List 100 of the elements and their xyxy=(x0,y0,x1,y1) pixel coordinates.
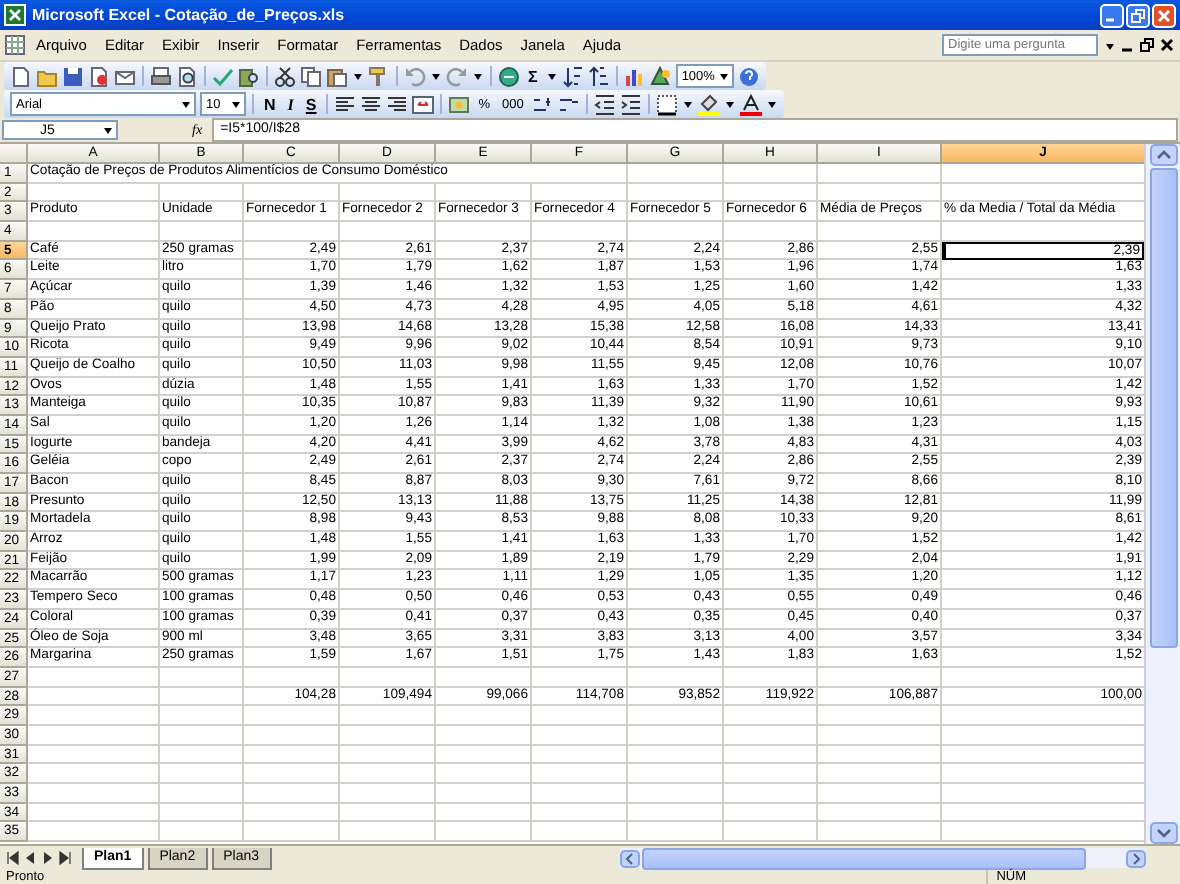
scroll-left-icon[interactable] xyxy=(619,849,639,867)
sort-descending-icon[interactable] xyxy=(587,65,610,87)
table-cell xyxy=(818,183,942,203)
dropdown-caret-icon[interactable] xyxy=(430,68,442,84)
copy-icon[interactable] xyxy=(300,65,322,87)
table-cell xyxy=(28,822,160,843)
table-cell xyxy=(436,725,532,746)
table-cell xyxy=(160,803,244,823)
dropdown-caret-icon[interactable] xyxy=(681,96,694,112)
sort-ascending-icon[interactable] xyxy=(561,65,584,87)
paste-icon[interactable] xyxy=(326,65,348,87)
dropdown-caret-icon[interactable] xyxy=(352,68,364,84)
table-cell xyxy=(532,822,628,843)
italic-button[interactable]: I xyxy=(283,95,298,113)
spreadsheet-document-icon[interactable] xyxy=(4,34,26,56)
table-cell xyxy=(724,745,818,765)
increase-decimal-icon[interactable] xyxy=(531,93,554,115)
table-cell xyxy=(628,706,724,726)
table-cell xyxy=(628,725,724,746)
previous-sheet-icon[interactable] xyxy=(22,850,38,866)
table-cell xyxy=(628,183,724,203)
table-cell xyxy=(160,706,244,726)
increase-indent-icon[interactable] xyxy=(619,93,642,115)
decrease-indent-icon[interactable] xyxy=(593,93,616,115)
scrollbar-thumb[interactable] xyxy=(1149,168,1178,648)
align-right-icon[interactable] xyxy=(386,93,409,115)
currency-icon[interactable] xyxy=(448,93,471,115)
table-cell xyxy=(160,725,244,746)
table-cell xyxy=(436,764,532,784)
table-cell xyxy=(818,222,942,242)
table-cell xyxy=(628,822,724,843)
table-cell xyxy=(818,784,942,804)
table-cell xyxy=(340,803,436,823)
table-cell xyxy=(818,667,942,688)
table-cell xyxy=(628,764,724,784)
table-cell xyxy=(818,745,942,765)
table-cell xyxy=(628,222,724,242)
save-icon[interactable] xyxy=(62,65,84,87)
table-cell xyxy=(818,803,942,823)
table-cell xyxy=(724,725,818,746)
merge-center-icon[interactable] xyxy=(412,93,435,115)
table-cell xyxy=(244,667,340,688)
chart-icon[interactable] xyxy=(623,65,646,87)
table-cell xyxy=(28,687,160,707)
table-cell xyxy=(160,764,244,784)
scroll-down-icon[interactable] xyxy=(1149,822,1178,844)
last-sheet-icon[interactable] xyxy=(58,850,74,866)
table-cell xyxy=(532,803,628,823)
table-cell xyxy=(532,745,628,765)
fill-color-icon[interactable] xyxy=(697,93,720,115)
table-cell xyxy=(340,822,436,843)
table-cell xyxy=(244,822,340,843)
align-center-icon[interactable] xyxy=(360,93,383,115)
table-cell xyxy=(628,784,724,804)
underline-button[interactable]: S xyxy=(301,95,321,113)
spell-check-icon[interactable] xyxy=(212,65,234,87)
table-cell xyxy=(28,764,160,784)
print-icon[interactable] xyxy=(150,65,172,87)
table-cell xyxy=(818,164,942,184)
table-cell xyxy=(160,784,244,804)
dropdown-caret-icon[interactable] xyxy=(765,96,778,112)
table-cell xyxy=(436,784,532,804)
format-painter-icon[interactable] xyxy=(368,65,390,87)
email-icon[interactable] xyxy=(114,65,136,87)
horizontal-scrollbar-thumb[interactable] xyxy=(641,847,1086,869)
dropdown-caret-icon[interactable] xyxy=(472,68,484,84)
spreadsheet-app-icon xyxy=(4,4,26,26)
table-cell xyxy=(436,745,532,765)
table-cell xyxy=(28,725,160,746)
print-preview-icon[interactable] xyxy=(176,65,198,87)
window-title: Microsoft Excel - Cotação_de_Preços.xls xyxy=(32,6,347,24)
dropdown-caret-icon[interactable] xyxy=(230,96,242,112)
drawing-icon[interactable] xyxy=(649,65,672,87)
restore-icon[interactable] xyxy=(1126,3,1150,27)
first-sheet-icon[interactable] xyxy=(4,850,20,866)
font-color-icon[interactable] xyxy=(739,93,762,115)
close-icon[interactable] xyxy=(1158,36,1176,54)
table-cell xyxy=(340,784,436,804)
table-cell xyxy=(160,222,244,242)
minimize-icon[interactable] xyxy=(1100,3,1124,27)
help-icon[interactable] xyxy=(738,65,761,87)
table-cell xyxy=(244,725,340,746)
decrease-decimal-icon[interactable] xyxy=(557,93,580,115)
next-sheet-icon[interactable] xyxy=(40,850,56,866)
borders-icon[interactable] xyxy=(655,93,678,115)
dropdown-caret-icon[interactable] xyxy=(102,122,114,138)
table-cell xyxy=(724,764,818,784)
table-cell xyxy=(724,667,818,688)
bold-button[interactable]: N xyxy=(260,95,280,113)
scroll-up-icon[interactable] xyxy=(1149,144,1178,166)
scroll-right-icon[interactable] xyxy=(1126,849,1146,867)
table-cell xyxy=(160,745,244,765)
table-cell xyxy=(818,706,942,726)
dropdown-caret-icon[interactable] xyxy=(180,96,192,112)
restore-icon[interactable] xyxy=(1138,36,1156,54)
table-cell xyxy=(28,745,160,765)
dropdown-caret-icon[interactable] xyxy=(545,68,558,84)
scissors-icon[interactable] xyxy=(274,65,296,87)
autosum-button[interactable]: Σ xyxy=(524,67,542,85)
align-left-icon[interactable] xyxy=(334,93,357,115)
